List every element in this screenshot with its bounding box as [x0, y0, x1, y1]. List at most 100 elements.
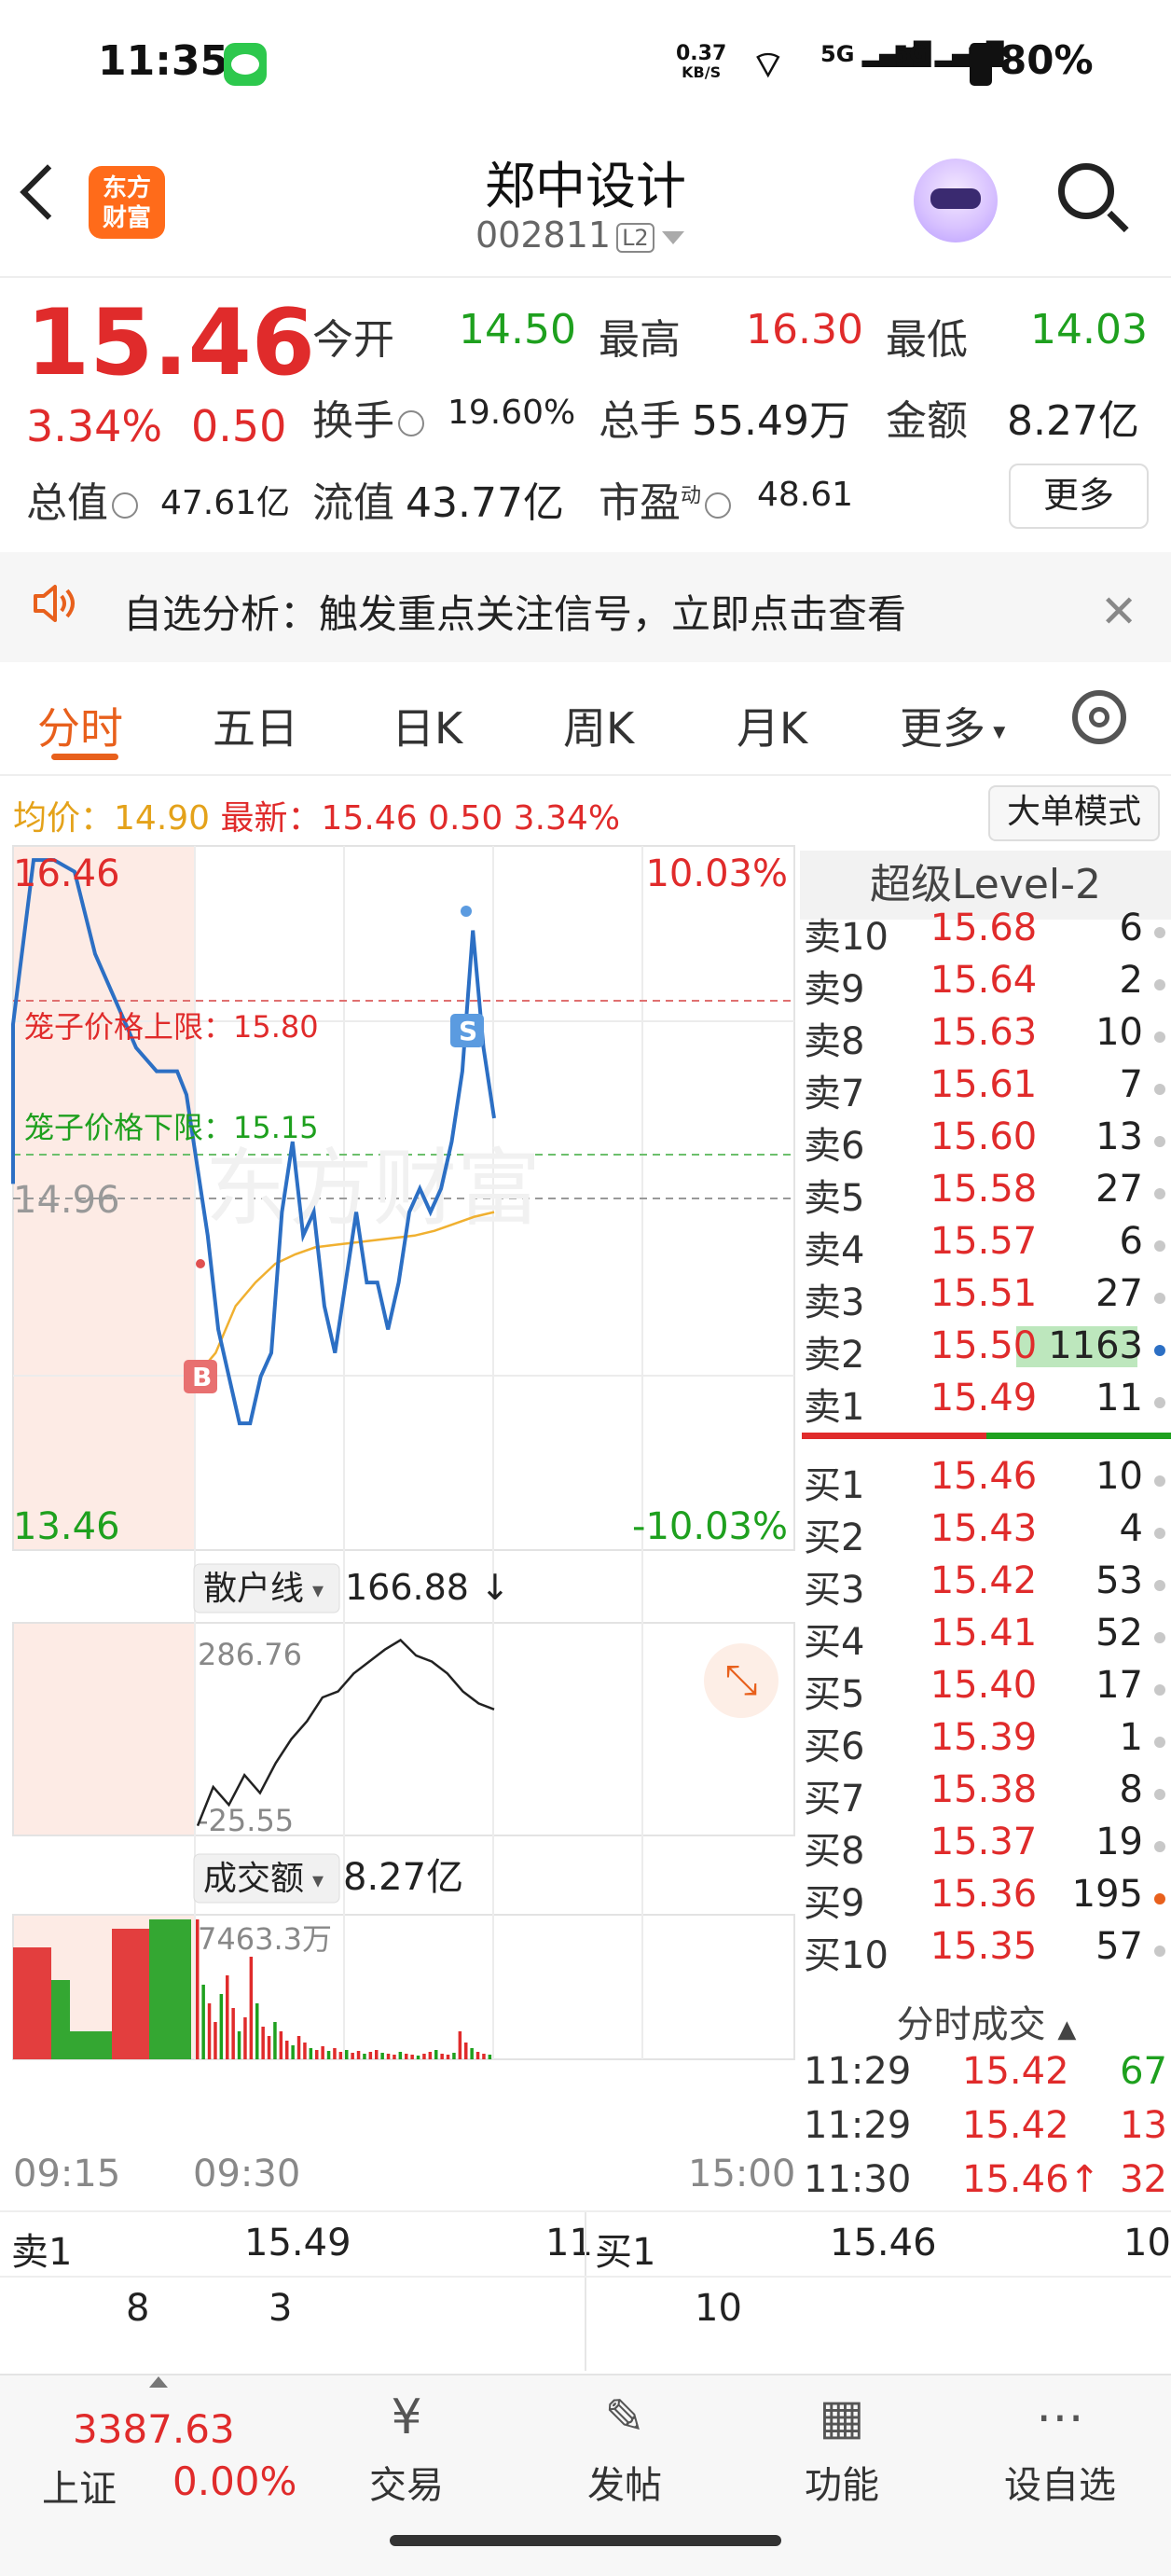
ticks-title[interactable]: 分时成交 ▲: [802, 1994, 1171, 2048]
stock-code: 002811: [475, 215, 612, 256]
nav-add-watchlist-label: 设自选: [1004, 2464, 1116, 2507]
alert-text[interactable]: 自选分析：触发重点关注信号，立即点击查看: [123, 583, 906, 640]
ask-volume: 6: [1119, 907, 1143, 949]
bid-row[interactable]: 买4 15.41 52: [802, 1612, 1171, 1664]
tab-more[interactable]: 更多 ▾: [900, 695, 1005, 756]
info-icon[interactable]: [705, 492, 732, 519]
bid-dot: [1154, 1789, 1165, 1800]
amount-value: 8.27亿: [343, 1856, 463, 1899]
bid-row[interactable]: 买8 15.37 19: [802, 1821, 1171, 1873]
big-order-mode-button[interactable]: 大单模式: [988, 785, 1160, 841]
x-label-open: 09:15: [13, 2153, 121, 2195]
ask-price: 15.57: [930, 1220, 1038, 1263]
tab-daily-k[interactable]: 日K: [392, 695, 462, 756]
ask-row[interactable]: 卖8 15.63 10: [802, 1011, 1171, 1063]
intraday-chart[interactable]: 东方财富 S B 16.46 14.96 13.46 10.03% -10.03…: [0, 844, 800, 2168]
robot-assistant-icon[interactable]: [914, 159, 998, 242]
high-point-marker: [461, 906, 472, 917]
net-speed: 0.37 KB/S: [676, 44, 726, 82]
info-icon[interactable]: [112, 492, 138, 519]
bid-price: 15.43: [930, 1507, 1038, 1550]
info-icon[interactable]: [398, 410, 424, 436]
bid-price: 15.35: [930, 1925, 1038, 1968]
ask-row[interactable]: 卖7 15.61 7: [802, 1063, 1171, 1115]
ask-row[interactable]: 卖10 15.68 6: [802, 907, 1171, 959]
bid-row[interactable]: 买7 15.38 8: [802, 1768, 1171, 1821]
gear-icon[interactable]: [1072, 690, 1126, 744]
amount-label: 成交额: [203, 1860, 304, 1898]
ask-label: 卖10: [804, 916, 889, 959]
high-label: 最高: [599, 316, 681, 364]
bid-row[interactable]: 买10 15.35 57: [802, 1925, 1171, 1977]
ask-dot: [1154, 1188, 1165, 1199]
chevron-up-icon[interactable]: [149, 2376, 168, 2388]
expand-icon[interactable]: ⤡: [704, 1643, 778, 1718]
ask-volume: 11: [1095, 1377, 1143, 1420]
tab-five-day[interactable]: 五日: [213, 695, 298, 756]
tick-time: 11:29: [804, 2050, 912, 2093]
bid-row[interactable]: 买5 15.40 17: [802, 1664, 1171, 1716]
volume-label: 总手: [599, 397, 681, 445]
bid-row[interactable]: 买6 15.39 1: [802, 1716, 1171, 1768]
bid-row[interactable]: 买3 15.42 53: [802, 1559, 1171, 1612]
ask-label: 卖8: [804, 1020, 865, 1063]
bid-volume: 19: [1095, 1821, 1143, 1863]
ask-label: 卖2: [804, 1334, 865, 1377]
ask-row[interactable]: 卖9 15.64 2: [802, 959, 1171, 1011]
amount-bar: [214, 2022, 217, 2059]
avg-value: 14.90: [114, 799, 211, 838]
bid-row[interactable]: 买1 15.46 10: [802, 1455, 1171, 1507]
amount-bar: [440, 2054, 444, 2059]
tab-intraday[interactable]: 分时: [37, 695, 123, 756]
divider: [0, 276, 1171, 278]
amount-bar: [309, 2048, 313, 2059]
pct-axis-bottom: -10.03%: [632, 1505, 788, 1548]
ask-row[interactable]: 卖5 15.58 27: [802, 1168, 1171, 1220]
nav-trade[interactable]: ¥ 交易: [332, 2388, 481, 2509]
chevron-down-icon: [661, 230, 684, 244]
bid-label: 买5: [804, 1673, 865, 1716]
bid-dot: [1154, 1580, 1165, 1591]
amount-bar: [219, 1994, 224, 2059]
ask-row[interactable]: 卖4 15.57 6: [802, 1220, 1171, 1272]
amount-bar: [368, 2052, 373, 2059]
home-indicator[interactable]: [390, 2535, 781, 2546]
ask-row[interactable]: 卖2 15.50 1163: [802, 1324, 1171, 1377]
bottom-book-divider: [585, 2212, 586, 2371]
chevron-down-icon: ▾: [312, 1577, 324, 1603]
index-value[interactable]: 3387.63: [73, 2406, 235, 2452]
bid-label: 买6: [804, 1725, 865, 1768]
tab-weekly-k[interactable]: 周K: [563, 695, 634, 756]
nav-functions[interactable]: ▦ 功能: [767, 2388, 916, 2509]
premarket-amount-block: [112, 1929, 149, 2059]
amount-bar: [428, 2052, 433, 2059]
stock-code-selector[interactable]: 002811 L2: [475, 215, 684, 256]
ask-row[interactable]: 卖1 15.49 11: [802, 1377, 1171, 1429]
amount-bar: [375, 2050, 379, 2059]
bid-row[interactable]: 买2 15.43 4: [802, 1507, 1171, 1559]
bid-label: 买2: [804, 1517, 865, 1559]
search-icon[interactable]: [1058, 163, 1114, 219]
amount-bar: [410, 2055, 414, 2059]
ask-row[interactable]: 卖3 15.51 27: [802, 1272, 1171, 1324]
index-name[interactable]: 上证: [42, 2458, 117, 2513]
wechat-icon: [224, 43, 267, 86]
bid-volume: 4: [1119, 1507, 1143, 1550]
divider: [0, 774, 1171, 776]
tick-volume: 13: [1120, 2104, 1167, 2147]
amount-bar: [333, 2048, 337, 2059]
mktcap-label: 总值: [26, 469, 142, 529]
latest-label: 最新：: [220, 799, 322, 838]
amount-bar: [422, 2054, 426, 2059]
bid-row[interactable]: 买9 15.36 195: [802, 1873, 1171, 1925]
nav-post[interactable]: ✎ 发帖: [550, 2388, 699, 2509]
nav-add-watchlist[interactable]: ⋯ 设自选: [985, 2388, 1135, 2509]
ask-price: 15.68: [930, 907, 1038, 949]
ask-row[interactable]: 卖6 15.60 13: [802, 1115, 1171, 1168]
ask-volume: 2: [1119, 959, 1143, 1002]
close-icon[interactable]: ✕: [1100, 586, 1137, 638]
index-pct[interactable]: 0.00%: [172, 2458, 296, 2504]
tab-monthly-k[interactable]: 月K: [737, 695, 807, 756]
ask-price: 15.64: [930, 959, 1038, 1002]
more-button[interactable]: 更多: [1009, 464, 1149, 529]
